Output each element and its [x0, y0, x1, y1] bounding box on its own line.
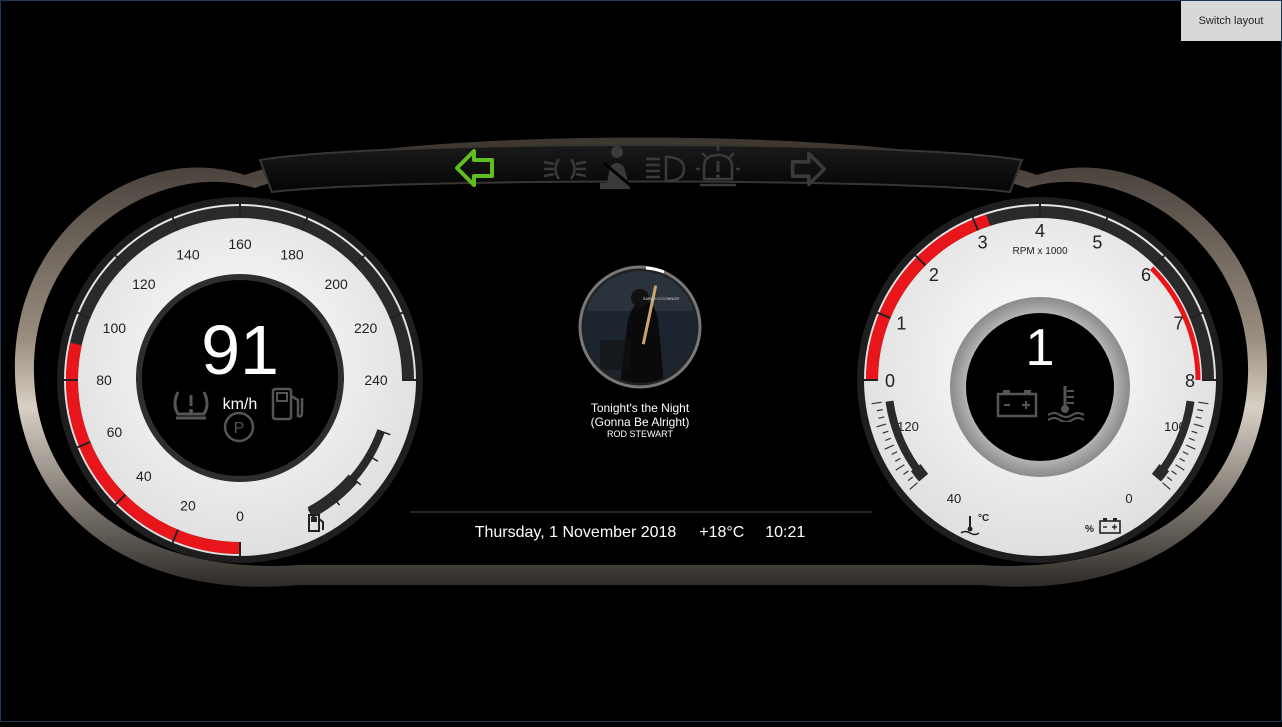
status-bar: Thursday, 1 November 2018 +18°C 10:21 — [420, 524, 860, 542]
gear-readout: 1 — [1025, 319, 1055, 377]
status-temperature: +18°C — [699, 524, 745, 541]
speedometer-tick-label: 40 — [136, 468, 152, 484]
speedometer-tick-label: 180 — [280, 246, 304, 262]
speedometer-tick-label: 200 — [324, 276, 348, 292]
fuel-pump-icon — [271, 387, 304, 421]
speedometer-tick-label: 20 — [180, 498, 196, 514]
switch-layout-button[interactable]: Switch layout — [1181, 1, 1281, 41]
high-beam-icon — [646, 155, 686, 183]
album-art-text: SARAH O'CONNOR — [642, 296, 680, 301]
tachometer-tick-label: 0 — [885, 371, 895, 391]
fuel-small-icon — [308, 514, 324, 532]
speedometer-tick-label: 220 — [354, 320, 378, 336]
tachometer-tick-label: 1 — [896, 314, 906, 334]
speedometer-tick-label: 240 — [364, 372, 388, 388]
tachometer-tick-label: 8 — [1185, 371, 1195, 391]
speedometer-tick-label: 0 — [236, 508, 244, 524]
status-time: 10:21 — [765, 524, 806, 541]
speedometer-tick-label: 160 — [228, 236, 252, 252]
tachometer-tick-label: 7 — [1174, 314, 1184, 334]
temp-small-icon — [960, 516, 980, 536]
coolant-temp-min-label: 40 — [947, 491, 961, 506]
status-date: Thursday, 1 November 2018 — [474, 524, 677, 541]
parking-brake-icon: P — [223, 411, 255, 443]
speedometer-tick-label: 120 — [132, 276, 156, 292]
seatbelt-icon — [600, 146, 631, 189]
battery-min-label: 0 — [1125, 491, 1132, 506]
instrument-cluster: 0 20 40 60 80 100 120 140 160 180 200 220 240 012345… — [0, 0, 1282, 722]
tachometer-tick-label: 4 — [1035, 221, 1045, 241]
speedometer-tick-label: 80 — [96, 372, 112, 388]
coolant-temp-icon — [1047, 386, 1085, 422]
battery-fill — [1151, 464, 1170, 482]
speedometer-tick-label: 100 — [103, 320, 127, 336]
battery-unit-label: % — [1085, 524, 1094, 535]
track-title-line1: Tonight's the Night — [590, 401, 690, 415]
tachometer-tick-label: 3 — [978, 232, 988, 252]
low-beam-icon — [543, 158, 587, 180]
tire-pressure-icon — [173, 391, 209, 420]
temp-unit-label: °C — [978, 513, 990, 524]
speedometer-tick-label: 140 — [176, 246, 200, 262]
coolant-temp-fill — [910, 464, 929, 482]
speedometer-tick-label: 60 — [107, 424, 123, 440]
speed-readout: 91 — [201, 311, 279, 389]
right-turn-signal-icon — [790, 151, 827, 187]
tachometer-tick-label: 5 — [1092, 232, 1102, 252]
tachometer-tick-label: 2 — [929, 265, 939, 285]
rpm-unit-label: RPM x 1000 — [1012, 246, 1068, 257]
tachometer-tick-label: 6 — [1141, 265, 1151, 285]
warning-light-icon — [696, 146, 740, 187]
battery-small-icon — [1099, 518, 1121, 534]
left-turn-signal-icon — [455, 149, 494, 187]
track-artist: ROD STEWART — [606, 429, 673, 439]
album-art[interactable] — [578, 265, 702, 389]
track-title-line2: (Gonna Be Alright) — [590, 415, 690, 429]
svg-text:P: P — [234, 420, 245, 437]
battery-icon — [996, 390, 1038, 418]
